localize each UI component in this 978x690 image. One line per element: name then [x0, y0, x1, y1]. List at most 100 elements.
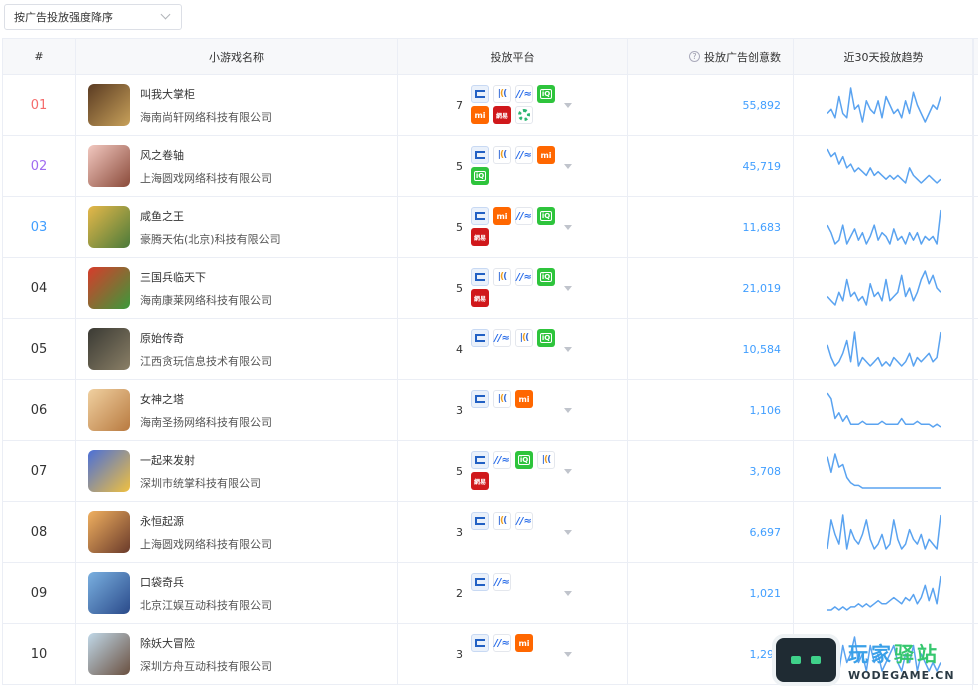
game-company: 上海圆戏网络科技有限公司	[140, 537, 272, 551]
game-name[interactable]: 风之卷轴	[140, 147, 272, 163]
trend-cell	[794, 136, 974, 196]
table-row[interactable]: 09 口袋奇兵 北京江娱互动科技有限公司 2 //≈ 1,021	[3, 563, 978, 624]
sort-order-select[interactable]: 按广告投放强度降序	[4, 4, 182, 30]
game-name-cell[interactable]: 咸鱼之王 豪腾天佑(北京)科技有限公司	[76, 197, 398, 257]
caret-down-icon[interactable]	[564, 197, 572, 257]
trend-line	[826, 87, 941, 123]
platform-icons: |((//≈	[471, 512, 559, 530]
game-icon[interactable]	[88, 389, 130, 431]
rank-cell: 05	[3, 319, 76, 379]
caret-down-icon[interactable]	[564, 502, 572, 562]
rank-cell: 01	[3, 75, 76, 135]
table-row[interactable]: 07 一起来发射 深圳市统掌科技有限公司 5 //≈ iQ |((網易 3,708	[3, 441, 978, 502]
game-name[interactable]: 原始传奇	[140, 330, 272, 346]
caret-down-icon[interactable]	[564, 563, 572, 623]
game-name-cell[interactable]: 口袋奇兵 北京江娱互动科技有限公司	[76, 563, 398, 623]
game-company: 豪腾天佑(北京)科技有限公司	[140, 232, 281, 246]
platform-baidu-icon: //≈	[493, 634, 511, 652]
creatives-count[interactable]: 3,708	[628, 441, 794, 501]
platform-toutiao-icon	[471, 146, 489, 164]
caret-down-icon[interactable]	[564, 75, 572, 135]
trend-sparkline	[826, 453, 941, 489]
platform-cell: 7 |((//≈ iQ mi 網易	[398, 75, 628, 135]
caret-down-icon[interactable]	[564, 441, 572, 501]
creatives-count[interactable]: 1,106	[628, 380, 794, 440]
header-creatives[interactable]: ? 投放广告创意数	[628, 39, 794, 74]
header-game-name: 小游戏名称	[76, 39, 398, 74]
game-name-cell[interactable]: 除妖大冒险 深圳方舟互动科技有限公司	[76, 624, 398, 684]
creatives-count[interactable]: 1,292	[628, 624, 794, 684]
trend-sparkline	[826, 392, 941, 428]
caret-down-icon[interactable]	[564, 624, 572, 684]
help-icon[interactable]: ?	[689, 51, 700, 62]
table-row[interactable]: 01 叫我大掌柜 海南尚轩网络科技有限公司 7 |((//≈ iQ mi 網易 55,…	[3, 75, 978, 136]
platform-cell: 5 |((//≈ iQ 網易	[398, 258, 628, 318]
creatives-count[interactable]: 55,892	[628, 75, 794, 135]
platform-tencent-icon: |((	[515, 329, 533, 347]
platform-toutiao-icon	[471, 207, 489, 225]
game-icon[interactable]	[88, 633, 130, 675]
game-name-cell[interactable]: 三国兵临天下 海南康莱网络科技有限公司	[76, 258, 398, 318]
game-icon[interactable]	[88, 84, 130, 126]
creatives-count[interactable]: 1,021	[628, 563, 794, 623]
table-row[interactable]: 04 三国兵临天下 海南康莱网络科技有限公司 5 |((//≈ iQ 網易 21,0…	[3, 258, 978, 319]
game-name-cell[interactable]: 叫我大掌柜 海南尚轩网络科技有限公司	[76, 75, 398, 135]
caret-down-icon[interactable]	[564, 136, 572, 196]
game-name[interactable]: 三国兵临天下	[140, 269, 272, 285]
platform-toutiao-icon	[471, 329, 489, 347]
table-row[interactable]: 08 永恒起源 上海圆戏网络科技有限公司 3 |((//≈ 6,697	[3, 502, 978, 563]
table-row[interactable]: 03 咸鱼之王 豪腾天佑(北京)科技有限公司 5 mi//≈ iQ 網易 11,68…	[3, 197, 978, 258]
trend-sparkline	[826, 514, 941, 550]
game-name-cell[interactable]: 女神之塔 海南圣扬网络科技有限公司	[76, 380, 398, 440]
trend-cell	[794, 502, 974, 562]
game-icon[interactable]	[88, 572, 130, 614]
platform-toutiao-icon	[471, 573, 489, 591]
platform-baidu-icon: //≈	[493, 573, 511, 591]
rank-cell: 10	[3, 624, 76, 684]
game-name-cell[interactable]: 永恒起源 上海圆戏网络科技有限公司	[76, 502, 398, 562]
caret-down-icon[interactable]	[564, 258, 572, 318]
game-name-cell[interactable]: 原始传奇 江西贪玩信息技术有限公司	[76, 319, 398, 379]
platform-iqiyi-icon: iQ	[537, 268, 555, 286]
caret-down-icon[interactable]	[564, 380, 572, 440]
platform-count: 5	[456, 464, 463, 478]
creatives-count[interactable]: 10,584	[628, 319, 794, 379]
platform-toutiao-icon	[471, 85, 489, 103]
table-row[interactable]: 05 原始传奇 江西贪玩信息技术有限公司 4 //≈ |((iQ 10,584	[3, 319, 978, 380]
game-name[interactable]: 叫我大掌柜	[140, 86, 272, 102]
game-name-cell[interactable]: 一起来发射 深圳市统掌科技有限公司	[76, 441, 398, 501]
platform-iqiyi-icon: iQ	[471, 167, 489, 185]
game-name[interactable]: 口袋奇兵	[140, 574, 272, 590]
game-name[interactable]: 咸鱼之王	[140, 208, 281, 224]
game-name[interactable]: 除妖大冒险	[140, 635, 272, 651]
creatives-count[interactable]: 11,683	[628, 197, 794, 257]
game-icon[interactable]	[88, 450, 130, 492]
trend-cell	[794, 380, 974, 440]
creatives-count[interactable]: 21,019	[628, 258, 794, 318]
trend-line	[826, 514, 941, 550]
game-name[interactable]: 一起来发射	[140, 452, 261, 468]
rank-cell: 08	[3, 502, 76, 562]
game-name-cell[interactable]: 风之卷轴 上海圆戏网络科技有限公司	[76, 136, 398, 196]
table-row[interactable]: 02 风之卷轴 上海圆戏网络科技有限公司 5 |((//≈ mi iQ 45,719	[3, 136, 978, 197]
rank-cell: 03	[3, 197, 76, 257]
game-name[interactable]: 女神之塔	[140, 391, 272, 407]
games-table: # 小游戏名称 投放平台 ? 投放广告创意数 近30天投放趋势 01 叫我大掌柜…	[2, 38, 978, 685]
rank-cell: 07	[3, 441, 76, 501]
creatives-count[interactable]: 6,697	[628, 502, 794, 562]
game-icon[interactable]	[88, 267, 130, 309]
game-icon[interactable]	[88, 511, 130, 553]
platform-baidu-icon: //≈	[515, 85, 533, 103]
game-name[interactable]: 永恒起源	[140, 513, 272, 529]
platform-baidu-icon: //≈	[493, 451, 511, 469]
platform-toutiao-icon	[471, 634, 489, 652]
creatives-count[interactable]: 45,719	[628, 136, 794, 196]
trend-sparkline	[826, 148, 941, 184]
game-icon[interactable]	[88, 145, 130, 187]
game-icon[interactable]	[88, 328, 130, 370]
game-company: 海南康莱网络科技有限公司	[140, 293, 272, 307]
table-row[interactable]: 06 女神之塔 海南圣扬网络科技有限公司 3 |((mi 1,106	[3, 380, 978, 441]
game-icon[interactable]	[88, 206, 130, 248]
caret-down-icon[interactable]	[564, 319, 572, 379]
header-trend: 近30天投放趋势	[794, 39, 974, 74]
